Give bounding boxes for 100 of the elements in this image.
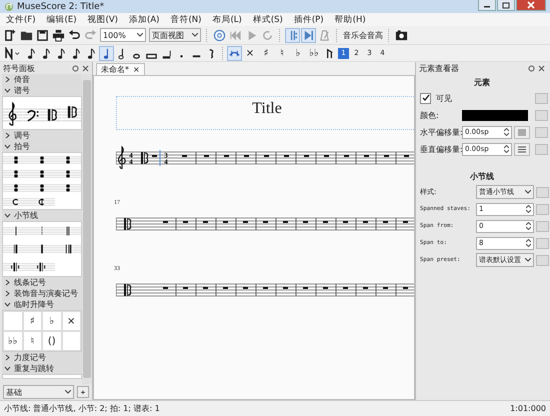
align-dropdown[interactable] bbox=[514, 142, 530, 156]
close-icon[interactable] bbox=[538, 64, 545, 72]
add-workspace-button[interactable]: + bbox=[77, 386, 89, 398]
close-tab-button[interactable]: × bbox=[133, 65, 140, 74]
app-icon bbox=[4, 2, 14, 12]
caret-icon bbox=[525, 258, 531, 262]
float-icon[interactable] bbox=[72, 64, 79, 72]
accidental-button[interactable]: ♭♭ bbox=[307, 48, 321, 58]
new-file-icon[interactable] bbox=[4, 28, 17, 42]
concert-pitch-button[interactable]: 音乐会音高 bbox=[343, 30, 383, 40]
time-signature-icon[interactable] bbox=[3, 153, 29, 167]
zoom-select[interactable]: 100% bbox=[100, 28, 146, 42]
palette-section-header[interactable]: 线条记号 bbox=[2, 277, 82, 288]
checkbox-label: 可见 bbox=[436, 92, 452, 104]
menu-item[interactable]: 文件(F) bbox=[6, 14, 36, 26]
minimize-button[interactable] bbox=[478, 0, 496, 11]
window-title: MuseScore 2: Title* bbox=[17, 2, 104, 12]
menu-item[interactable]: 布局(L) bbox=[212, 14, 242, 26]
menu-item[interactable]: 编辑(E) bbox=[46, 14, 77, 26]
time-signature-icon[interactable] bbox=[29, 167, 55, 181]
print-icon[interactable] bbox=[52, 28, 65, 42]
accidental-symbol[interactable]: () bbox=[42, 331, 62, 351]
accidental-button[interactable]: × bbox=[243, 48, 257, 58]
time-signature-icon[interactable] bbox=[3, 181, 29, 195]
visible-checkbox[interactable] bbox=[420, 92, 431, 104]
accidental-symbol[interactable]: ♯ bbox=[22, 311, 42, 331]
section-label: 力度记号 bbox=[14, 352, 46, 363]
accidental-symbol[interactable]: × bbox=[62, 311, 81, 331]
close-button[interactable] bbox=[516, 0, 546, 11]
undo-icon[interactable] bbox=[68, 28, 81, 42]
status-text: 小节线: 普通小节线, 小节: 2; 拍: 1; 谱表: 1 bbox=[4, 403, 160, 414]
caret-icon bbox=[65, 390, 71, 394]
score-title: Title bbox=[252, 100, 282, 119]
palette-section-header[interactable]: 拍号 bbox=[2, 141, 82, 152]
color-swatch[interactable] bbox=[462, 110, 528, 120]
time-signature-icon[interactable] bbox=[55, 181, 81, 195]
menu-item[interactable]: 添加(A) bbox=[129, 14, 160, 26]
save-icon[interactable] bbox=[36, 28, 49, 42]
section-label: 临时升降号 bbox=[14, 299, 54, 310]
camera-icon[interactable] bbox=[395, 28, 408, 42]
maximize-icon bbox=[502, 2, 510, 8]
palette-section-header[interactable]: 倚音 bbox=[2, 74, 82, 85]
section-label: 拍号 bbox=[14, 141, 30, 152]
chevron-icon bbox=[4, 212, 11, 219]
panel-title: 元素查看器 bbox=[419, 62, 459, 74]
time-signature-icon[interactable] bbox=[3, 167, 29, 181]
palette-section-header[interactable]: 谱号 bbox=[2, 85, 82, 96]
field-label: 垂直偏移量: bbox=[420, 144, 460, 154]
view-mode-select[interactable]: 页面视图 bbox=[149, 28, 201, 42]
empty-palette-cell bbox=[3, 311, 22, 331]
section-heading: 小节线 bbox=[469, 171, 495, 182]
palette-section-header[interactable]: 临时升降号 bbox=[2, 299, 82, 310]
synthesizer-icon[interactable] bbox=[213, 28, 226, 42]
panel-title: 符号面板 bbox=[3, 62, 35, 74]
palette-section-header[interactable]: 装饰音与演奏记号 bbox=[2, 288, 82, 299]
palette-section-header[interactable]: 重复与跳转 bbox=[2, 363, 82, 374]
time-signature-icon[interactable] bbox=[55, 153, 81, 167]
time-signature-icon[interactable] bbox=[55, 167, 81, 181]
time-signature-icon[interactable] bbox=[29, 153, 55, 167]
section-label: 谱号 bbox=[14, 85, 30, 96]
close-icon[interactable] bbox=[82, 64, 89, 72]
accidental-symbol[interactable]: ♮ bbox=[22, 331, 42, 351]
section-heading: 元素 bbox=[473, 77, 491, 88]
section-label: 小节线 bbox=[14, 210, 38, 221]
caret-icon bbox=[525, 190, 531, 194]
spin-arrows-icon bbox=[504, 128, 509, 136]
float-icon[interactable] bbox=[528, 64, 535, 72]
palette-section-header[interactable]: 小节线 bbox=[2, 210, 82, 221]
time-signature-icon[interactable] bbox=[29, 195, 55, 209]
empty-palette-cell bbox=[62, 331, 81, 351]
caret-icon bbox=[192, 33, 198, 37]
accidental-symbol[interactable]: ♭♭ bbox=[3, 331, 22, 351]
pan-icon[interactable] bbox=[302, 28, 315, 42]
close-icon bbox=[527, 1, 535, 9]
spin-arrows-icon bbox=[504, 145, 509, 153]
section-label: 装饰音与演奏记号 bbox=[14, 288, 78, 299]
menu-item[interactable]: 样式(S) bbox=[252, 14, 283, 26]
section-label: 调号 bbox=[14, 130, 30, 141]
field-label: 水平偏移量: bbox=[420, 126, 460, 138]
score-tab[interactable]: 未命名* × bbox=[96, 63, 145, 75]
accidental-button[interactable]: ♭ bbox=[291, 48, 305, 58]
repeat-icon[interactable] bbox=[286, 28, 299, 42]
lines-icon bbox=[518, 146, 526, 152]
menu-item[interactable]: 音符(N) bbox=[170, 14, 202, 26]
menu-item[interactable]: 插件(P) bbox=[294, 14, 324, 26]
tie-icon[interactable] bbox=[228, 46, 241, 60]
workspace-select[interactable]: 基础 bbox=[3, 385, 74, 399]
check-icon bbox=[422, 94, 430, 102]
accidental-button[interactable]: ♯ bbox=[259, 48, 273, 58]
palette-section-header[interactable]: 调号 bbox=[2, 130, 82, 141]
time-signature-icon[interactable] bbox=[3, 195, 29, 209]
maximize-button[interactable] bbox=[497, 0, 515, 11]
accidental-button[interactable]: ♮ bbox=[275, 48, 289, 58]
time-signature-icon[interactable] bbox=[29, 181, 55, 195]
menu-item[interactable]: 帮助(H) bbox=[334, 14, 366, 26]
accidental-symbol[interactable]: ♭ bbox=[42, 311, 62, 331]
spin-arrows-icon bbox=[526, 239, 531, 247]
scrollbar[interactable] bbox=[82, 74, 92, 384]
palette-section-header[interactable]: 力度记号 bbox=[2, 352, 82, 363]
menu-item[interactable]: 视图(V) bbox=[88, 14, 118, 26]
